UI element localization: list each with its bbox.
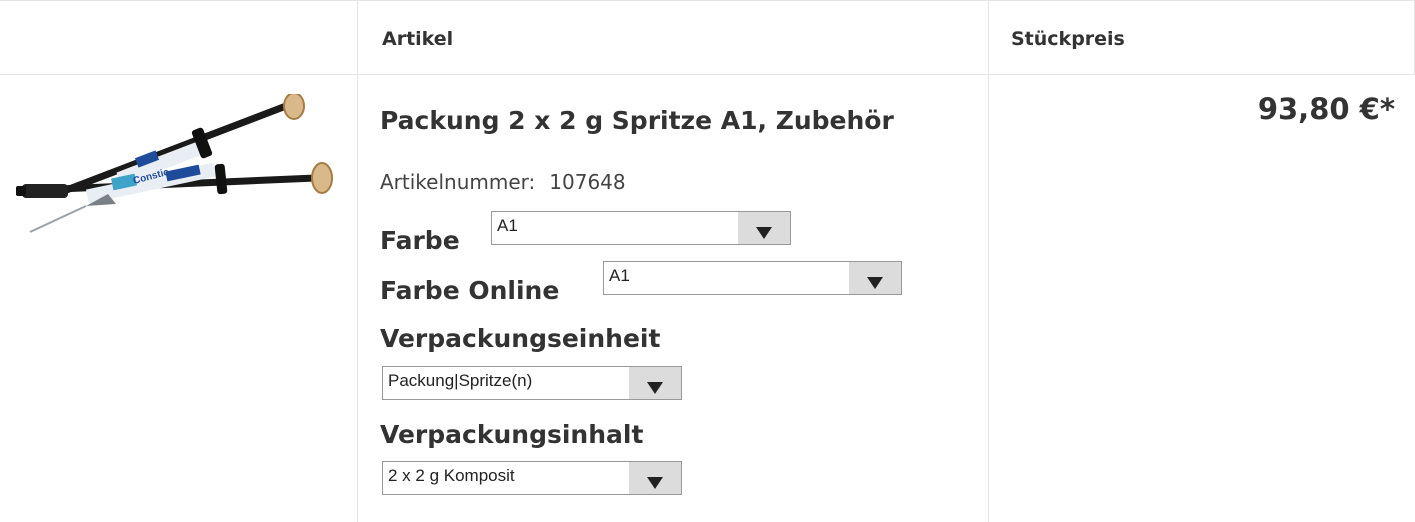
column-divider-left	[357, 0, 358, 522]
chevron-down-icon	[756, 227, 772, 239]
verpackungsinhalt-select[interactable]: 2 x 2 g Komposit	[382, 461, 682, 495]
article-number-label: Artikelnummer:	[380, 170, 536, 194]
verpackungseinheit-select-value: Packung|Spritze(n)	[388, 371, 533, 390]
chevron-down-icon	[647, 477, 663, 489]
farbe-online-dropdown-button[interactable]	[849, 262, 901, 294]
header-bottom-border	[0, 74, 1415, 75]
farbe-select[interactable]: A1	[491, 211, 791, 245]
verpackungseinheit-dropdown-button[interactable]	[629, 367, 681, 399]
farbe-dropdown-button[interactable]	[738, 212, 790, 244]
verpackungsinhalt-label: Verpackungsinhalt	[380, 420, 644, 449]
verpackungsinhalt-select-value: 2 x 2 g Komposit	[388, 466, 515, 485]
chevron-down-icon	[867, 277, 883, 289]
header-article: Artikel	[382, 28, 454, 50]
unit-price: 93,80 €*	[1257, 92, 1395, 126]
farbe-label: Farbe	[380, 226, 460, 255]
farbe-select-value: A1	[497, 216, 518, 235]
farbe-online-select[interactable]: A1	[603, 261, 902, 295]
cart-table: Artikel Stückpreis Constic Packung 2 x 2…	[0, 0, 1415, 522]
article-number-row: Artikelnummer: 107648	[380, 170, 626, 194]
verpackungsinhalt-dropdown-button[interactable]	[629, 462, 681, 494]
verpackungseinheit-label: Verpackungseinheit	[380, 324, 661, 353]
table-top-border	[0, 0, 1415, 1]
column-divider-right	[988, 0, 989, 522]
farbe-online-select-value: A1	[609, 266, 630, 285]
product-image[interactable]: Constic	[16, 94, 340, 244]
farbe-online-label: Farbe Online	[380, 276, 560, 305]
header-unit-price: Stückpreis	[1011, 28, 1125, 50]
article-number: 107648	[549, 170, 626, 194]
product-title[interactable]: Packung 2 x 2 g Spritze A1, Zubehör	[380, 106, 894, 135]
chevron-down-icon	[647, 382, 663, 394]
verpackungseinheit-select[interactable]: Packung|Spritze(n)	[382, 366, 682, 400]
